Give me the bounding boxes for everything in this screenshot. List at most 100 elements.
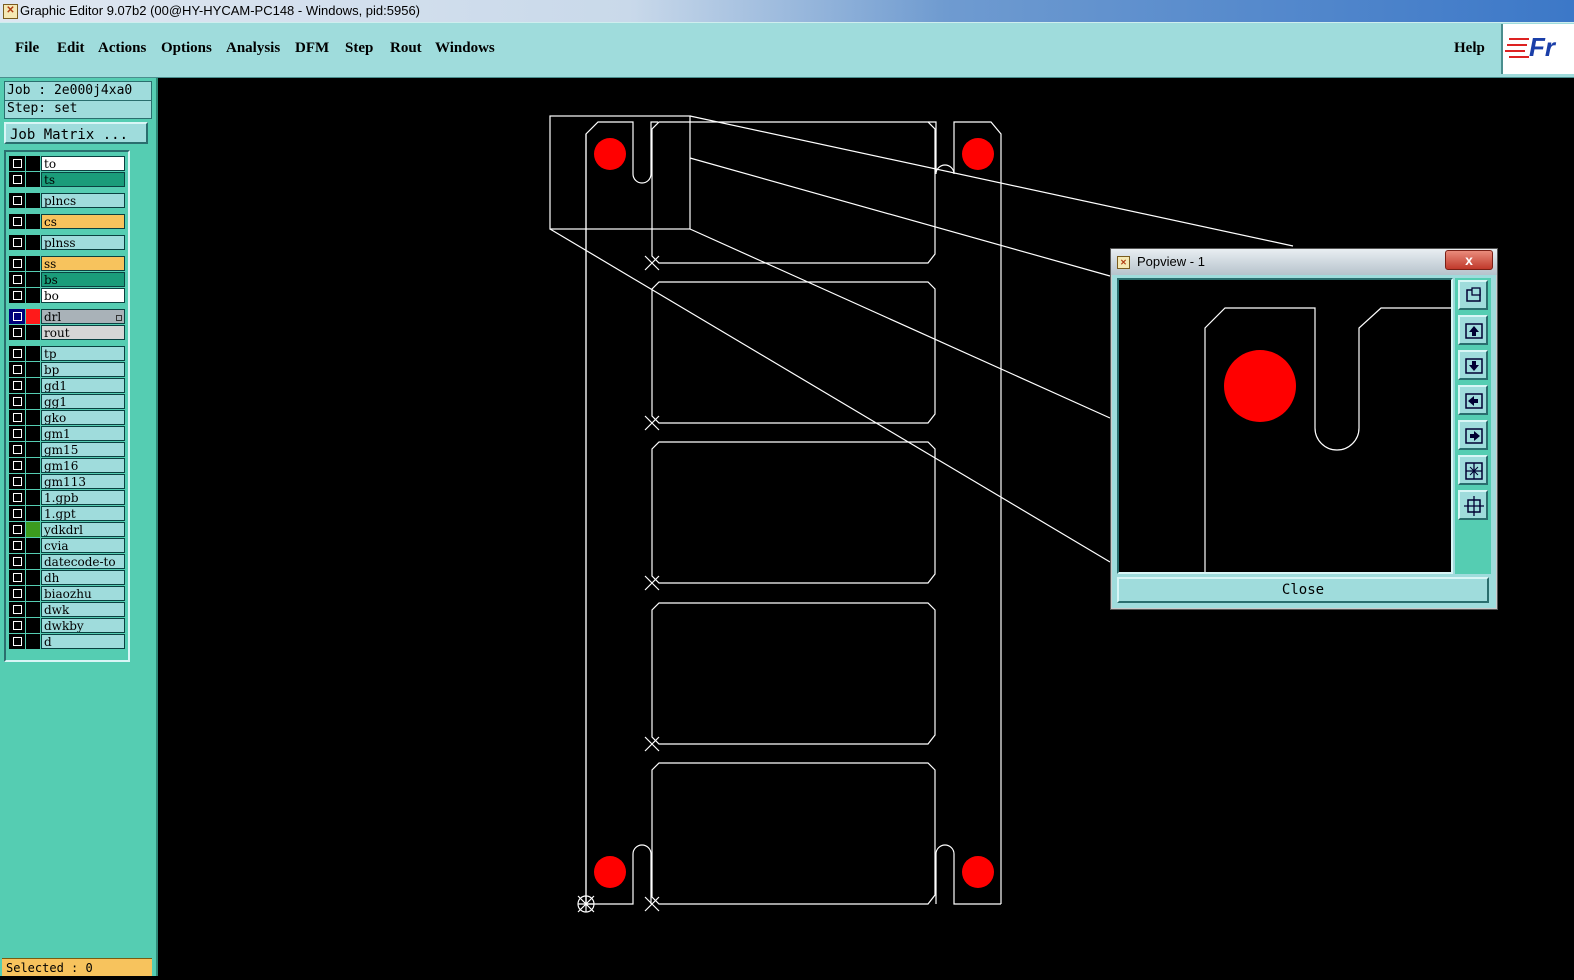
layer-name[interactable]: ydkdrl (41, 522, 125, 537)
layer-row-biaozhu[interactable]: biaozhu (8, 586, 126, 601)
menu-file[interactable]: File (15, 40, 39, 57)
pan-left-button[interactable] (1458, 385, 1488, 415)
layer-name[interactable]: 1.gpt (41, 506, 125, 521)
layer-checkbox[interactable] (9, 235, 25, 250)
layer-checkbox[interactable] (9, 586, 25, 601)
layer-checkbox[interactable] (9, 474, 25, 489)
layer-name[interactable]: bs (41, 272, 125, 287)
layer-name[interactable]: cvia (41, 538, 125, 553)
layer-checkbox[interactable] (9, 325, 25, 340)
layer-checkbox[interactable] (9, 156, 25, 171)
layer-checkbox[interactable] (9, 506, 25, 521)
layer-row-gko[interactable]: gko (8, 410, 126, 425)
menu-options[interactable]: Options (161, 40, 212, 57)
layer-checkbox[interactable] (9, 570, 25, 585)
layer-row-bo[interactable]: bo (8, 288, 126, 303)
layer-name[interactable]: bp (41, 362, 125, 377)
zoom-out-button[interactable] (1458, 455, 1488, 485)
layer-name[interactable]: dh (41, 570, 125, 585)
layer-row-plnss[interactable]: plnss (8, 235, 126, 250)
layer-checkbox[interactable] (9, 522, 25, 537)
layer-checkbox[interactable] (9, 193, 25, 208)
menu-help[interactable]: Help (1454, 40, 1485, 57)
layer-name[interactable]: gm16 (41, 458, 125, 473)
layer-row-plncs[interactable]: plncs (8, 193, 126, 208)
popview-close-icon[interactable]: x (1445, 250, 1493, 270)
menu-dfm[interactable]: DFM (295, 40, 329, 57)
layer-row-cs[interactable]: cs (8, 214, 126, 229)
layer-checkbox[interactable] (9, 394, 25, 409)
layer-checkbox[interactable] (9, 256, 25, 271)
layer-checkbox[interactable] (9, 602, 25, 617)
pan-down-button[interactable] (1458, 350, 1488, 380)
zoom-in-button[interactable] (1458, 490, 1488, 520)
layer-row-ydkdrl[interactable]: ydkdrl (8, 522, 126, 537)
layer-checkbox[interactable] (9, 272, 25, 287)
layer-checkbox[interactable] (9, 214, 25, 229)
layer-name[interactable]: bo (41, 288, 125, 303)
layer-row-dh[interactable]: dh (8, 570, 126, 585)
layer-row-gm1[interactable]: gm1 (8, 426, 126, 441)
menu-rout[interactable]: Rout (390, 40, 422, 57)
layer-row-1.gpt[interactable]: 1.gpt (8, 506, 126, 521)
menu-edit[interactable]: Edit (57, 40, 85, 57)
layer-checkbox[interactable] (9, 288, 25, 303)
layer-checkbox[interactable] (9, 309, 25, 324)
layer-checkbox[interactable] (9, 554, 25, 569)
layer-row-tp[interactable]: tp (8, 346, 126, 361)
layer-row-ts[interactable]: ts (8, 172, 126, 187)
layer-row-to[interactable]: to (8, 156, 126, 171)
layer-row-1.gpb[interactable]: 1.gpb (8, 490, 126, 505)
popview-zoom-view[interactable] (1117, 278, 1453, 574)
layer-checkbox[interactable] (9, 378, 25, 393)
layer-row-cvia[interactable]: cvia (8, 538, 126, 553)
layer-name[interactable]: cs (41, 214, 125, 229)
layer-name[interactable]: to (41, 156, 125, 171)
layer-checkbox[interactable] (9, 538, 25, 553)
popview-close-button[interactable]: Close (1117, 577, 1489, 603)
menu-actions[interactable]: Actions (98, 40, 146, 57)
layer-row-dwkby[interactable]: dwkby (8, 618, 126, 633)
layer-row-bs[interactable]: bs (8, 272, 126, 287)
layer-name[interactable]: gd1 (41, 378, 125, 393)
layer-row-gm113[interactable]: gm113 (8, 474, 126, 489)
layer-name[interactable]: biaozhu (41, 586, 125, 601)
layer-name[interactable]: ts (41, 172, 125, 187)
layer-name[interactable]: dwk (41, 602, 125, 617)
layer-checkbox[interactable] (9, 490, 25, 505)
layer-name[interactable]: gm15 (41, 442, 125, 457)
layer-checkbox[interactable] (9, 410, 25, 425)
zoom-fit-button[interactable] (1458, 280, 1488, 310)
layer-name[interactable]: dwkby (41, 618, 125, 633)
layer-row-rout[interactable]: rout (8, 325, 126, 340)
pan-up-button[interactable] (1458, 315, 1488, 345)
layer-row-d[interactable]: d (8, 634, 126, 649)
job-matrix-button[interactable]: Job Matrix ... (4, 122, 148, 144)
menu-step[interactable]: Step (345, 40, 373, 57)
layer-name[interactable]: gg1 (41, 394, 125, 409)
layer-name[interactable]: gm1 (41, 426, 125, 441)
layer-checkbox[interactable] (9, 442, 25, 457)
layer-name[interactable]: datecode-to (41, 554, 125, 569)
layer-row-bp[interactable]: bp (8, 362, 126, 377)
layer-row-gm16[interactable]: gm16 (8, 458, 126, 473)
layer-checkbox[interactable] (9, 458, 25, 473)
layer-row-ss[interactable]: ss (8, 256, 126, 271)
layer-name[interactable]: ss (41, 256, 125, 271)
layer-row-gg1[interactable]: gg1 (8, 394, 126, 409)
menu-analysis[interactable]: Analysis (226, 40, 280, 57)
layer-name[interactable]: drl (41, 309, 125, 324)
layer-row-gm15[interactable]: gm15 (8, 442, 126, 457)
layer-checkbox[interactable] (9, 362, 25, 377)
layer-name[interactable]: gko (41, 410, 125, 425)
layer-name[interactable]: tp (41, 346, 125, 361)
layer-name[interactable]: gm113 (41, 474, 125, 489)
layer-name[interactable]: d (41, 634, 125, 649)
layer-name[interactable]: plncs (41, 193, 125, 208)
layer-name[interactable]: rout (41, 325, 125, 340)
layer-checkbox[interactable] (9, 426, 25, 441)
layer-row-dwk[interactable]: dwk (8, 602, 126, 617)
layer-row-drl[interactable]: drl (8, 309, 126, 324)
popview-title-bar[interactable]: ✕ Popview - 1 x (1111, 249, 1497, 275)
layer-row-gd1[interactable]: gd1 (8, 378, 126, 393)
